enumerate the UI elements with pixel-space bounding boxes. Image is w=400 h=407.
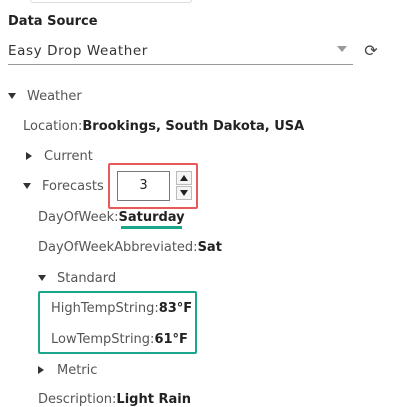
expanded-arrow-icon[interactable] (23, 183, 31, 189)
weather-label: Weather (27, 88, 82, 104)
dayofweek-abbrev-value: Sat (197, 240, 222, 255)
current-label: Current (44, 148, 93, 164)
data-source-select[interactable]: Easy Drop Weather (8, 38, 353, 65)
dayofweek-value: Saturday (118, 210, 185, 225)
metric-label: Metric (57, 362, 98, 378)
tree-node-weather[interactable]: Weather (8, 88, 82, 104)
collapsed-arrow-icon[interactable] (38, 366, 44, 374)
arrow-down-icon (180, 190, 188, 196)
data-source-selected: Easy Drop Weather (8, 43, 148, 59)
increment-button[interactable] (176, 171, 192, 185)
data-source-heading: Data Source (8, 14, 98, 29)
tree-node-current[interactable]: Current (26, 148, 93, 164)
lowtemp-key: LowTempString: (51, 332, 155, 347)
forecast-index-input[interactable]: 3 (117, 171, 170, 201)
expanded-arrow-icon[interactable] (8, 93, 16, 99)
dayofweek-highlight-underline (121, 226, 182, 229)
tree-item-location[interactable]: Location: Brookings, South Dakota, USA (23, 119, 304, 134)
decrement-button[interactable] (176, 186, 192, 200)
chevron-down-icon[interactable] (337, 46, 347, 52)
dayofweek-key: DayOfWeek: (38, 210, 119, 225)
tree-item-hightemp[interactable]: HighTempString: 83°F (51, 301, 192, 316)
tree-item-dayofweek-abbreviated[interactable]: DayOfWeekAbbreviated: Sat (38, 240, 222, 255)
hightemp-key: HighTempString: (51, 301, 159, 316)
tree-node-forecasts[interactable]: Forecasts (23, 178, 104, 194)
forecasts-label: Forecasts (42, 178, 104, 194)
tree-item-lowtemp[interactable]: LowTempString: 61°F (51, 332, 188, 347)
lowtemp-value: 61°F (154, 332, 188, 347)
arrow-up-icon (180, 175, 188, 181)
location-value: Brookings, South Dakota, USA (82, 119, 305, 134)
hightemp-value: 83°F (158, 301, 193, 316)
panel-top-edge (30, 0, 192, 3)
tree-item-dayofweek[interactable]: DayOfWeek: Saturday (38, 210, 185, 225)
tree-node-standard[interactable]: Standard (38, 270, 116, 286)
dayofweek-abbrev-key: DayOfWeekAbbreviated: (38, 240, 198, 255)
location-key: Location: (23, 119, 83, 134)
standard-label: Standard (57, 270, 117, 286)
collapsed-arrow-icon[interactable] (26, 152, 32, 160)
tree-node-metric[interactable]: Metric (38, 362, 97, 378)
refresh-icon[interactable]: ⟳ (362, 42, 380, 60)
expanded-arrow-icon[interactable] (38, 275, 46, 281)
